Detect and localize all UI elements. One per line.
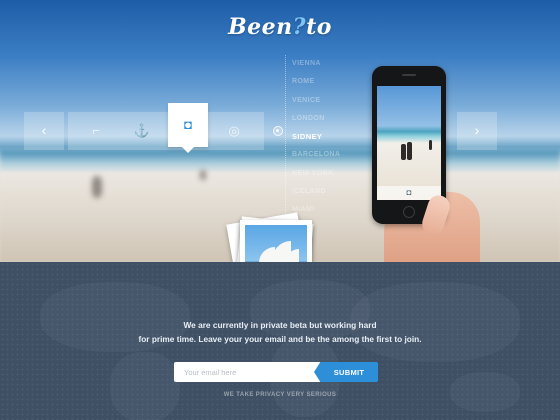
city-item[interactable]: MIAMI — [292, 201, 355, 219]
city-item[interactable]: NEW YORK — [292, 165, 355, 183]
beta-tagline: We are currently in private beta but wor… — [0, 318, 560, 346]
tagline-line-1: We are currently in private beta but wor… — [183, 320, 377, 330]
email-input[interactable] — [174, 362, 320, 382]
category-icon-strip: ⌐ ⚓ ◘ ◎ — [68, 103, 264, 153]
slider-next-button[interactable]: › — [457, 112, 497, 150]
city-item[interactable]: ROME — [292, 73, 355, 91]
anchor-icon: ⚓ — [133, 123, 151, 138]
logo-text-prefix: Been — [228, 14, 293, 40]
camera-icon: ◘ — [406, 188, 412, 197]
camera-icon: ◘ — [184, 117, 192, 132]
category-telescope-button[interactable]: ⌐ — [76, 112, 116, 150]
logo-text-suffix: to — [306, 14, 332, 40]
city-selector-marker — [273, 126, 283, 136]
beach-person-blur — [92, 176, 102, 198]
phone-speaker — [402, 74, 416, 76]
phone-screen: ◘ — [377, 86, 441, 200]
privacy-note: WE TAKE PRIVACY VERY SERIOUS — [223, 392, 337, 398]
location-pin-icon: ? — [292, 14, 307, 40]
brand-logo[interactable]: Been?to — [0, 14, 560, 40]
tagline-line-2: for prime time. Leave your your email an… — [138, 334, 422, 344]
city-item[interactable]: ICELAND — [292, 183, 355, 201]
sea-background — [0, 150, 560, 172]
slider-prev-button[interactable]: ‹ — [24, 112, 64, 150]
city-item[interactable]: VENICE — [292, 92, 355, 110]
chevron-right-icon: › — [474, 122, 480, 138]
beach-walker — [401, 144, 406, 160]
city-item[interactable]: VIENNA — [292, 55, 355, 73]
phone-home-button — [403, 206, 415, 218]
city-item[interactable]: SIDNEY — [292, 128, 355, 146]
telescope-icon: ⌐ — [92, 123, 100, 138]
submit-button[interactable]: SUBMIT — [314, 362, 378, 382]
beach-walker — [407, 142, 412, 160]
category-anchor-button[interactable]: ⚓ — [122, 112, 162, 150]
signup-form: SUBMIT — [174, 362, 378, 382]
category-camera-button[interactable]: ◘ — [168, 103, 208, 153]
lifebuoy-icon: ◎ — [228, 123, 240, 138]
category-lifebuoy-button[interactable]: ◎ — [214, 112, 254, 150]
city-list: VIENNA ROME VENICE LONDON SIDNEY BARCELONA NEW… — [285, 55, 355, 220]
beach-walker — [429, 140, 432, 150]
city-item[interactable]: LONDON — [292, 110, 355, 128]
chevron-left-icon: ‹ — [41, 122, 47, 138]
city-item[interactable]: BARCELONA — [292, 146, 355, 164]
beach-person-blur — [200, 170, 206, 180]
